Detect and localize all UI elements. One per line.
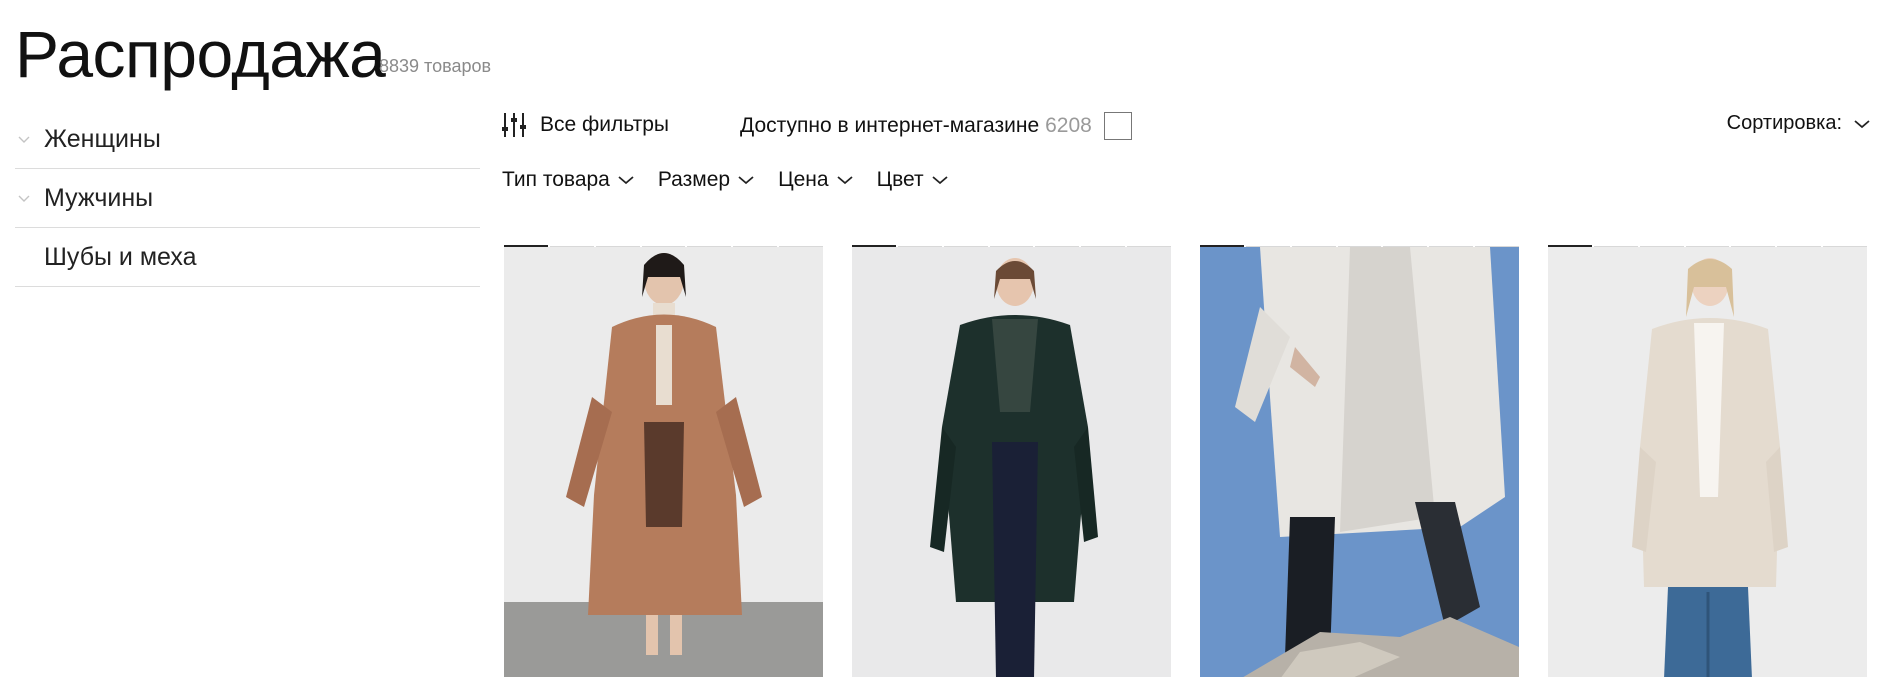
product-image[interactable]: [852, 247, 1171, 677]
sidebar-item-women[interactable]: Женщины: [15, 110, 480, 169]
available-online-checkbox[interactable]: [1103, 112, 1132, 140]
sidebar-item-men[interactable]: Мужчины: [15, 169, 480, 228]
sort-dropdown[interactable]: Сортировка:: [1727, 112, 1870, 135]
filter-label: Тип товара: [502, 168, 610, 191]
filter-color[interactable]: Цвет: [877, 168, 948, 192]
all-filters-label: Все фильтры: [540, 113, 669, 136]
filter-label: Цвет: [876, 168, 924, 191]
page-title: Распродажа: [15, 17, 386, 91]
filter-sliders-icon: [502, 113, 526, 137]
filter-label: Цена: [778, 168, 829, 191]
product-image[interactable]: [1548, 247, 1867, 677]
filter-label: Размер: [657, 168, 731, 191]
chevron-down-icon: [18, 136, 30, 143]
filter-toolbar: Все фильтры Доступно в интернет-магазине…: [502, 108, 1870, 148]
chevron-down-icon: [932, 176, 948, 185]
product-image[interactable]: [504, 247, 823, 677]
product-grid: [504, 245, 1868, 677]
product-image[interactable]: [1200, 247, 1519, 677]
filter-size[interactable]: Размер: [658, 168, 754, 192]
chevron-down-icon: [738, 176, 754, 185]
sidebar-item-furs[interactable]: Шубы и меха: [15, 228, 480, 287]
product-card[interactable]: [852, 245, 1172, 677]
filter-price[interactable]: Цена: [778, 168, 853, 192]
available-online-label: Доступно в интернет-магазине: [740, 114, 1040, 137]
sort-label: Сортировка:: [1726, 112, 1842, 134]
available-online-count: 6208: [1045, 114, 1092, 137]
product-card[interactable]: [1200, 245, 1520, 677]
filter-product-type[interactable]: Тип товара: [502, 168, 634, 192]
product-card[interactable]: [504, 245, 824, 677]
chevron-down-icon: [618, 176, 634, 185]
chevron-down-icon: [836, 176, 853, 185]
all-filters-button[interactable]: Все фильтры: [502, 112, 669, 138]
product-card[interactable]: [1548, 245, 1868, 677]
available-online-filter: Доступно в интернет-магазине 6208: [740, 108, 1132, 144]
sidebar-item-label: Женщины: [44, 124, 161, 153]
category-sidebar: Женщины Мужчины Шубы и меха: [15, 110, 480, 287]
product-count: 8839 товаров: [379, 56, 492, 76]
filter-bar: Тип товара Размер Цена Цвет: [502, 168, 972, 192]
sidebar-item-label: Шубы и меха: [44, 242, 197, 271]
chevron-down-icon: [18, 195, 30, 202]
chevron-down-icon: [1854, 119, 1870, 128]
sidebar-item-label: Мужчины: [44, 183, 154, 212]
